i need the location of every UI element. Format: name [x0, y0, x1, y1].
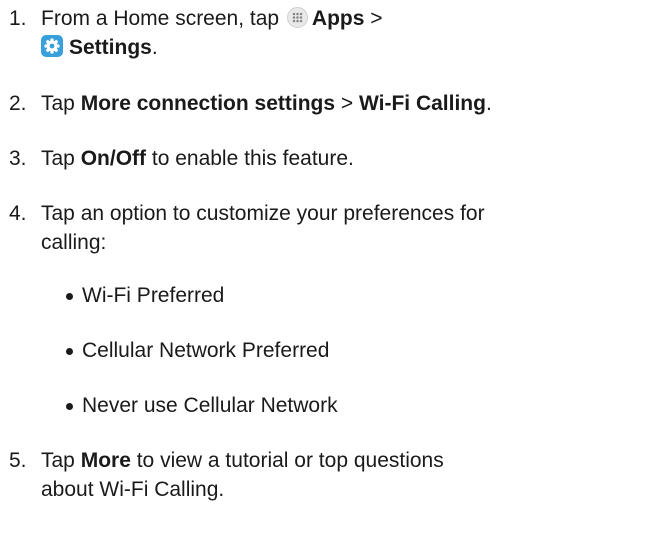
step-suffix: to enable this feature.	[146, 147, 354, 170]
step-text: From a Home screen, tap Apps > Settings.	[41, 4, 655, 62]
wifi-calling-label: Wi-Fi Calling	[359, 92, 486, 115]
step-line-1: Tap an option to customize your preferen…	[41, 202, 485, 225]
bullet-dot	[66, 403, 73, 410]
separator: >	[364, 7, 383, 30]
bullet-dot	[66, 348, 73, 355]
step-text: Tap an option to customize your preferen…	[41, 199, 655, 257]
step-line-2: calling:	[41, 231, 107, 254]
separator: >	[335, 92, 359, 115]
settings-gear-icon	[41, 35, 63, 57]
apps-grid-icon	[286, 7, 308, 28]
step-number: 3.	[9, 147, 27, 170]
settings-label: Settings	[69, 36, 152, 59]
period: .	[151, 36, 158, 59]
step-line-2: about Wi-Fi Calling.	[41, 478, 225, 501]
instruction-document: 1. From a Home screen, tap Apps > Settin…	[0, 0, 662, 537]
step-suffix: to view a tutorial or top questions	[130, 449, 444, 472]
step-prefix: Tap	[41, 147, 81, 170]
step-number: 1.	[9, 7, 27, 30]
apps-label: Apps	[311, 7, 365, 30]
period: .	[485, 92, 492, 115]
on-off-label: On/Off	[80, 147, 147, 170]
step-prefix: From a Home screen, tap	[41, 7, 285, 30]
step-number: 2.	[9, 92, 27, 115]
step-text: Tap More connection settings > Wi-Fi Cal…	[41, 89, 655, 118]
step-prefix: Tap	[41, 449, 81, 472]
option-label: Cellular Network Preferred	[82, 339, 330, 362]
step-number: 5.	[9, 449, 27, 472]
step-prefix: Tap	[41, 92, 81, 115]
option-label: Never use Cellular Network	[82, 394, 338, 417]
more-connection-settings-label: More connection settings	[80, 92, 336, 115]
step-text: Tap More to view a tutorial or top quest…	[41, 446, 655, 504]
more-label: More	[80, 449, 131, 472]
bullet-dot	[66, 293, 73, 300]
step-number: 4.	[9, 202, 27, 225]
option-label: Wi-Fi Preferred	[82, 284, 225, 307]
step-text: Tap On/Off to enable this feature.	[41, 144, 655, 173]
